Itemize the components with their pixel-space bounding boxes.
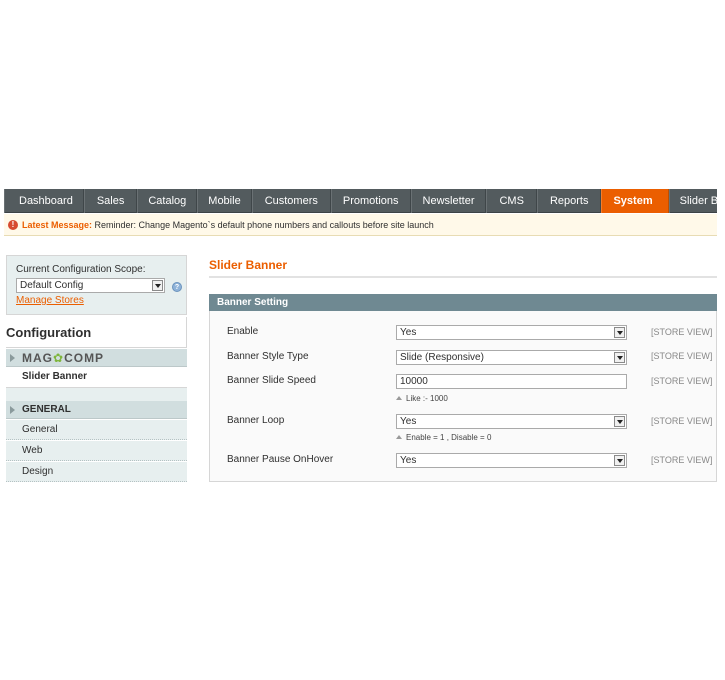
sidebar-spacer xyxy=(6,387,187,401)
nav-cms[interactable]: CMS xyxy=(486,189,537,213)
nav-system[interactable]: System xyxy=(601,189,669,213)
scope-tag: [STORE VIEW] xyxy=(651,376,713,386)
enable-select-value: Yes xyxy=(400,327,417,338)
sidebar-item-design[interactable]: Design xyxy=(6,462,187,482)
leaf-icon: ✿ xyxy=(53,351,65,365)
field-label-enable: Enable xyxy=(227,326,259,337)
banner-setting-fieldset: Enable Yes [STORE VIEW] Banner Style Typ… xyxy=(209,311,717,482)
nav-newsletter[interactable]: Newsletter xyxy=(410,189,487,213)
manage-stores-link[interactable]: Manage Stores xyxy=(16,295,186,306)
magcomp-logo: MAG✿COMP xyxy=(22,351,105,365)
scope-tag: [STORE VIEW] xyxy=(651,455,713,465)
nav-slider-banner[interactable]: Slider Banner xyxy=(668,189,725,213)
note-arrow-icon xyxy=(396,435,402,439)
fieldset-header-banner-setting[interactable]: Banner Setting xyxy=(209,294,717,311)
enable-select[interactable]: Yes xyxy=(396,325,627,340)
chevron-down-icon xyxy=(614,352,625,363)
banner-pause-onhover-select[interactable]: Yes xyxy=(396,453,627,468)
section-general[interactable]: GENERAL xyxy=(6,401,187,419)
field-note: Enable = 1 , Disable = 0 xyxy=(396,433,491,442)
latest-message-text[interactable]: Reminder: Change Magento`s default phone… xyxy=(92,220,434,230)
top-navigation: Dashboard Sales Catalog Mobile Customers… xyxy=(4,189,725,213)
chevron-down-icon xyxy=(614,455,625,466)
field-label-banner-style-type: Banner Style Type xyxy=(227,351,309,362)
latest-message-bar: ! Latest Message: Reminder: Change Magen… xyxy=(4,214,717,236)
field-label-banner-slide-speed: Banner Slide Speed xyxy=(227,375,316,386)
scope-select-value: Default Config xyxy=(20,280,84,291)
section-magcomp[interactable]: MAG✿COMP xyxy=(6,349,187,367)
field-note: Like :- 1000 xyxy=(396,394,448,403)
nav-customers[interactable]: Customers xyxy=(251,189,331,213)
scope-tag: [STORE VIEW] xyxy=(651,327,713,337)
latest-message-label: Latest Message: xyxy=(22,220,93,230)
nav-catalog[interactable]: Catalog xyxy=(137,189,198,213)
sidebar-item-web[interactable]: Web xyxy=(6,441,187,461)
alert-icon: ! xyxy=(8,220,18,230)
magento-admin-frame: Dashboard Sales Catalog Mobile Customers… xyxy=(4,189,725,489)
scope-select[interactable]: Default Config xyxy=(16,278,165,293)
nav-promotions[interactable]: Promotions xyxy=(330,189,411,213)
banner-style-type-select[interactable]: Slide (Responsive) xyxy=(396,350,627,365)
configuration-title: Configuration xyxy=(6,317,187,348)
nav-mobile[interactable]: Mobile xyxy=(197,189,252,213)
field-label-banner-pause-onhover: Banner Pause OnHover xyxy=(227,454,334,465)
banner-loop-value: Yes xyxy=(400,416,417,427)
chevron-down-icon xyxy=(614,327,625,338)
banner-pause-onhover-value: Yes xyxy=(400,455,417,466)
page-title: Slider Banner xyxy=(209,258,288,272)
nav-dashboard[interactable]: Dashboard xyxy=(4,189,84,213)
scope-tag: [STORE VIEW] xyxy=(651,416,713,426)
banner-slide-speed-input[interactable]: 10000 xyxy=(396,374,627,389)
configuration-scope-box: Current Configuration Scope: Default Con… xyxy=(6,255,187,315)
help-icon[interactable]: ? xyxy=(172,282,182,292)
chevron-down-icon xyxy=(152,280,163,291)
banner-style-type-value: Slide (Responsive) xyxy=(400,352,484,363)
expand-triangle-icon xyxy=(10,354,15,362)
title-divider xyxy=(209,276,717,278)
nav-sales[interactable]: Sales xyxy=(83,189,138,213)
nav-reports[interactable]: Reports xyxy=(536,189,602,213)
field-label-banner-loop: Banner Loop xyxy=(227,415,285,426)
section-general-label: GENERAL xyxy=(22,404,71,415)
scope-tag: [STORE VIEW] xyxy=(651,351,713,361)
sidebar-item-slider-banner[interactable]: Slider Banner xyxy=(6,367,187,387)
note-arrow-icon xyxy=(396,396,402,400)
scope-label: Current Configuration Scope: xyxy=(16,264,146,275)
sidebar-item-general[interactable]: General xyxy=(6,420,187,440)
banner-loop-select[interactable]: Yes xyxy=(396,414,627,429)
expand-triangle-icon xyxy=(10,406,15,414)
chevron-down-icon xyxy=(614,416,625,427)
